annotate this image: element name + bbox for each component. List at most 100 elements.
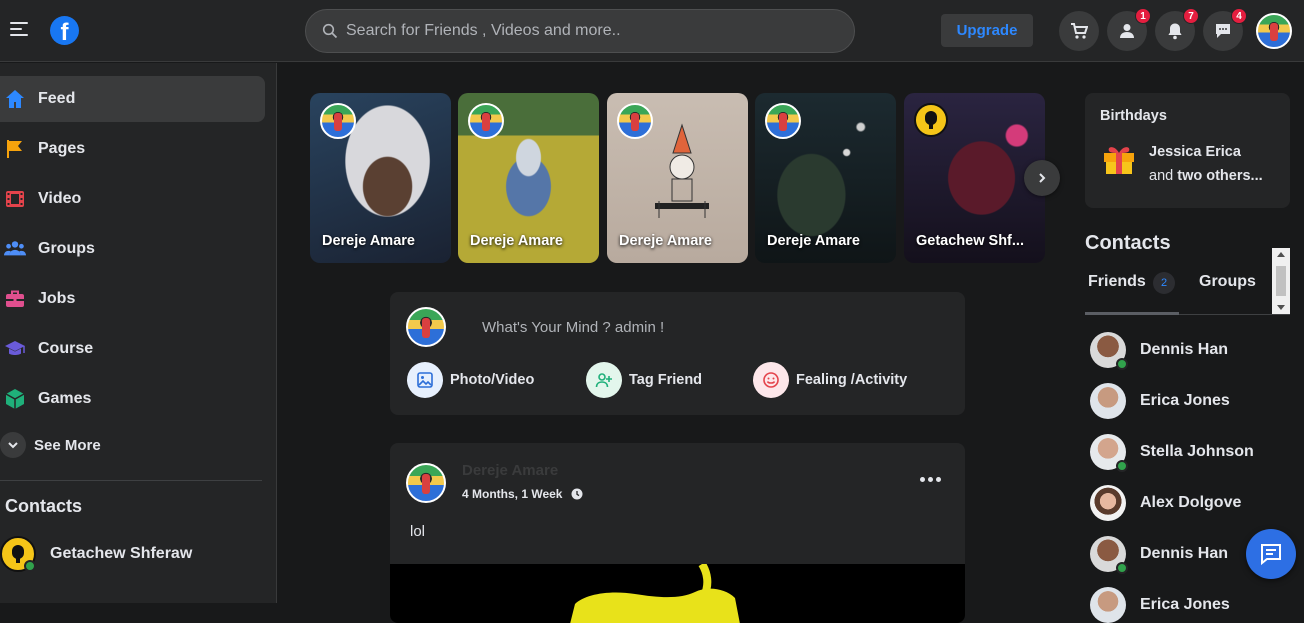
sketch-illustration	[655, 123, 709, 218]
birthday-and-text: and	[1149, 168, 1174, 184]
online-indicator	[24, 560, 36, 572]
messages-badge: 4	[1231, 8, 1247, 24]
avatar	[468, 103, 504, 139]
feeling-activity-button[interactable]: Fealing /Activity	[753, 362, 907, 398]
contact-item[interactable]: Stella Johnson	[1090, 434, 1254, 472]
cube-icon	[4, 388, 26, 410]
image-icon	[407, 362, 443, 398]
sidebar-contacts-heading: Contacts	[5, 496, 83, 516]
gift-icon	[1104, 147, 1134, 174]
contact-item[interactable]: Dennis Han	[1090, 332, 1229, 370]
sidebar-item-label: Video	[38, 190, 82, 207]
sidebar-item-label: Jobs	[38, 290, 76, 307]
tab-groups[interactable]: Groups	[1199, 273, 1256, 291]
avatar[interactable]	[406, 463, 446, 503]
cart-button[interactable]	[1059, 11, 1099, 51]
sidebar-item-feed[interactable]: Feed	[0, 76, 265, 122]
bell-icon	[1168, 23, 1182, 40]
story-card[interactable]: Dereje Amare	[607, 93, 748, 263]
online-indicator	[1116, 358, 1128, 370]
stories-next-button[interactable]	[1024, 160, 1060, 196]
notifications-button[interactable]: 7	[1155, 8, 1199, 51]
sidebar-item-jobs[interactable]: Jobs	[0, 276, 265, 322]
sidebar-item-label: Games	[38, 390, 92, 407]
sidebar-item-label: Course	[38, 340, 94, 357]
contact-item[interactable]: Alex Dolgove	[1090, 485, 1241, 521]
sidebar-contact-item[interactable]: Getachew Shferaw	[0, 536, 192, 572]
contact-item[interactable]: Erica Jones	[1090, 587, 1230, 623]
avatar	[1090, 485, 1126, 521]
composer-input[interactable]: What's Your Mind ? admin !	[482, 319, 664, 336]
story-card[interactable]: Dereje Amare	[755, 93, 896, 263]
scroll-up-icon[interactable]	[1277, 252, 1285, 257]
chevron-right-icon	[1039, 173, 1046, 183]
avatar	[1090, 332, 1128, 370]
contact-name: Dennis Han	[1140, 341, 1229, 358]
sidebar-item-games[interactable]: Games	[0, 376, 265, 422]
post-image[interactable]	[390, 564, 965, 623]
action-label: Tag Friend	[629, 372, 703, 388]
contact-name: Erica Jones	[1140, 596, 1230, 613]
cart-icon	[1071, 23, 1088, 39]
sidebar-item-video[interactable]: Video	[0, 176, 265, 222]
chat-button[interactable]	[1246, 529, 1296, 579]
tag-friend-button[interactable]: Tag Friend	[586, 362, 702, 398]
clock-icon	[571, 488, 583, 500]
avatar	[1090, 587, 1126, 623]
avatar	[0, 536, 36, 572]
contact-name: Stella Johnson	[1140, 443, 1254, 460]
messages-button[interactable]: 4	[1203, 8, 1247, 51]
avatar	[1090, 536, 1128, 574]
active-tab-indicator	[1085, 312, 1179, 315]
top-bar: f Upgrade 1 7 4	[0, 0, 1304, 62]
avatar	[914, 103, 948, 137]
birthday-others-link[interactable]: two others...	[1177, 168, 1262, 184]
film-icon	[4, 188, 26, 210]
person-add-icon	[586, 362, 622, 398]
story-author: Dereje Amare	[470, 233, 563, 249]
contacts-scrollbar[interactable]	[1272, 248, 1290, 314]
contacts-heading: Contacts	[1085, 232, 1171, 254]
online-indicator	[1116, 562, 1128, 574]
sidebar-item-pages[interactable]: Pages	[0, 126, 265, 172]
message-icon	[1216, 24, 1230, 38]
scroll-down-icon[interactable]	[1277, 305, 1285, 310]
post-text: lol	[410, 523, 426, 540]
more-options-icon[interactable]	[920, 477, 944, 482]
story-author: Dereje Amare	[767, 233, 860, 249]
feed-post: Dereje Amare 4 Months, 1 Week lol	[390, 443, 965, 623]
chat-icon	[1261, 544, 1281, 566]
see-more-button[interactable]: See More	[0, 432, 101, 458]
birthdays-card: Birthdays Jessica Erica and two others..…	[1085, 93, 1290, 208]
notifications-badge: 7	[1183, 8, 1199, 24]
scrollbar-thumb[interactable]	[1276, 266, 1286, 296]
search-bar[interactable]	[305, 9, 855, 53]
contact-name: Alex Dolgove	[1140, 494, 1242, 511]
contact-item[interactable]: Dennis Han	[1090, 536, 1229, 574]
sidebar-item-label: Feed	[38, 90, 76, 107]
post-author[interactable]: Dereje Amare	[462, 462, 558, 479]
sidebar-item-groups[interactable]: Groups	[0, 226, 265, 272]
facebook-logo[interactable]: f	[50, 16, 79, 45]
search-input[interactable]	[346, 20, 826, 42]
story-card[interactable]: Dereje Amare	[310, 93, 451, 263]
flag-icon	[4, 138, 26, 160]
post-meta: 4 Months, 1 Week	[462, 487, 583, 501]
post-media-illustration	[570, 564, 740, 623]
profile-avatar[interactable]	[1256, 13, 1292, 49]
chevron-down-icon	[0, 432, 26, 458]
contact-name: Dennis Han	[1140, 545, 1229, 562]
friend-requests-button[interactable]: 1	[1107, 8, 1151, 51]
friend-requests-badge: 1	[1135, 8, 1151, 24]
menu-icon[interactable]	[10, 22, 28, 38]
story-author: Dereje Amare	[619, 233, 712, 249]
photo-video-button[interactable]: Photo/Video	[407, 362, 534, 398]
tab-friends[interactable]: Friends	[1088, 273, 1146, 291]
post-composer: What's Your Mind ? admin ! Photo/Video T…	[390, 292, 965, 415]
birthday-name[interactable]: Jessica Erica	[1149, 144, 1241, 160]
contact-item[interactable]: Erica Jones	[1090, 383, 1230, 419]
sidebar-item-course[interactable]: Course	[0, 326, 265, 372]
upgrade-button[interactable]: Upgrade	[941, 14, 1033, 47]
story-card[interactable]: Dereje Amare	[458, 93, 599, 263]
avatar	[1090, 383, 1126, 419]
